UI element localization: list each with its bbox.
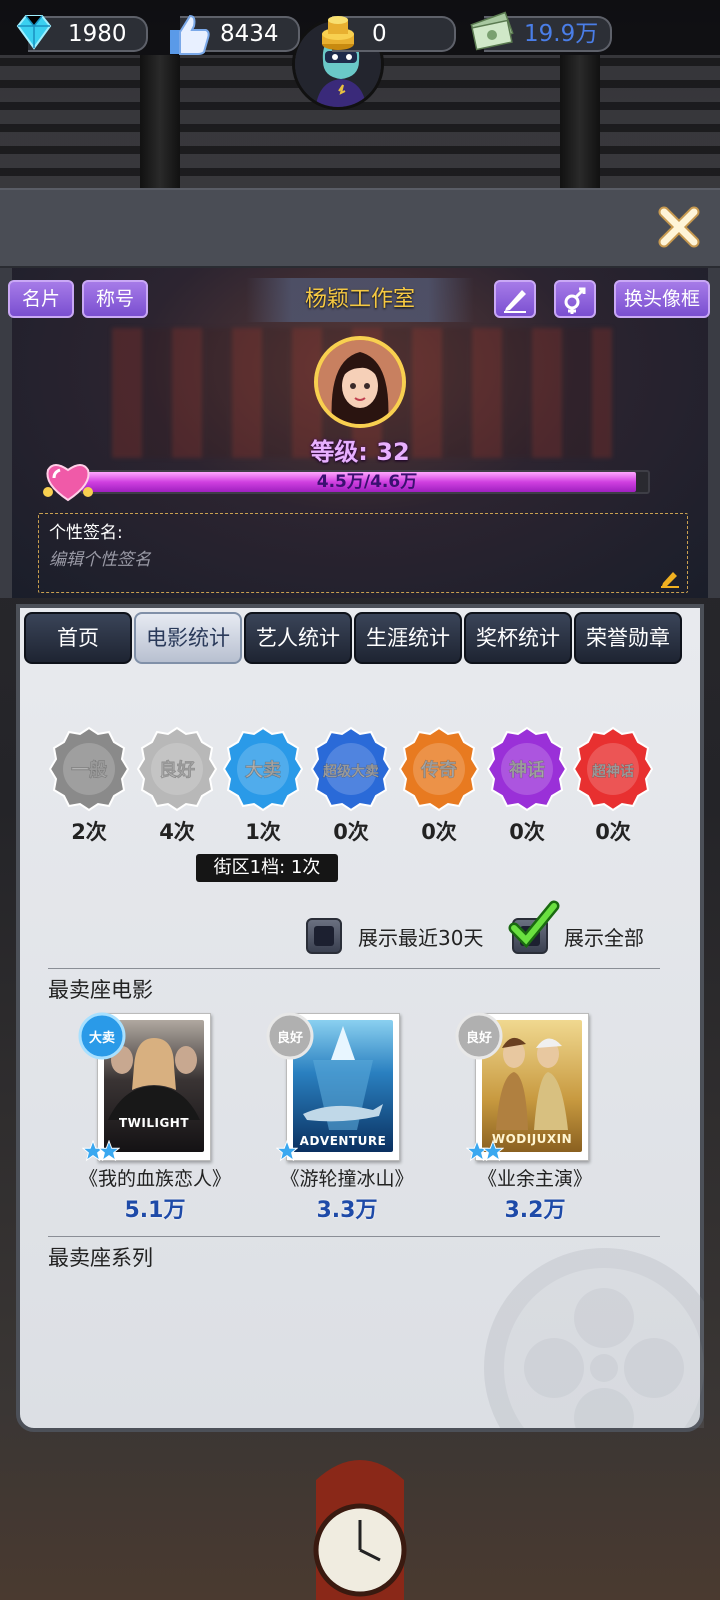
rating-badge-4: 传奇: [398, 724, 480, 814]
recent-30-days-label: 展示最近30天: [358, 926, 484, 950]
rating-badge-label: 神话: [509, 759, 545, 781]
divider: [48, 968, 660, 969]
gender-button[interactable]: [554, 280, 596, 318]
signature-input[interactable]: 编辑个性签名: [49, 545, 677, 570]
rating-badge-label: 良好: [159, 759, 195, 781]
best-movies-heading: 最卖座电影: [48, 978, 153, 1002]
best-series-heading: 最卖座系列: [48, 1246, 153, 1270]
rating-count: 4次: [159, 820, 195, 844]
movie-rating-label: 良好: [466, 1030, 492, 1046]
movie-rating-label: 良好: [277, 1030, 303, 1046]
rating-badge-label: 超神话: [591, 763, 634, 780]
gold-counter[interactable]: 0: [322, 16, 456, 52]
studio-name: 杨颖工作室: [246, 278, 474, 322]
heart-icon: [40, 458, 96, 504]
resource-bar: [0, 188, 720, 268]
cash-icon: [468, 10, 518, 58]
movie-name: 《我的血族恋人》: [78, 1168, 231, 1190]
poster-title: ADVENTURE: [299, 1134, 387, 1148]
rating-badge-5: 神话: [486, 724, 568, 814]
movie-rating-badge: 良好: [455, 1012, 503, 1060]
rating-badge-0: 一般: [48, 724, 130, 814]
poster-title: TWILIGHT: [118, 1116, 190, 1130]
gold-value: 0: [372, 21, 387, 47]
title-button[interactable]: 称号: [82, 280, 148, 318]
divider: [48, 1236, 660, 1237]
rating-badge-label: 超级大卖: [322, 763, 379, 780]
checkmark-icon: [508, 900, 560, 949]
rating-count: 0次: [421, 820, 457, 844]
diamond-counter[interactable]: 1980: [16, 15, 148, 52]
star-icon: [482, 1140, 504, 1162]
rating-count: 0次: [509, 820, 545, 844]
clock-icon: [313, 1460, 407, 1600]
card-button[interactable]: 名片: [8, 280, 74, 318]
show-all-label: 展示全部: [564, 926, 644, 950]
rating-badge-3: 超级大卖: [310, 724, 392, 814]
movie-box-office: 3.3万: [316, 1198, 378, 1223]
rating-count: 0次: [333, 820, 369, 844]
tab-movie-stats[interactable]: 电影统计: [134, 612, 242, 664]
rating-badge-2: 大卖: [222, 724, 304, 814]
cash-counter[interactable]: 19.9万: [470, 11, 612, 52]
edit-name-button[interactable]: [494, 280, 536, 318]
rating-badge-label: 大卖: [245, 759, 281, 781]
diamond-icon: [12, 10, 62, 58]
tab-honor-medals[interactable]: 荣誉勋章: [574, 612, 682, 664]
likes-counter[interactable]: 8434: [170, 14, 300, 55]
movie-box-office: 3.2万: [504, 1198, 566, 1223]
movie-name: 《业余主演》: [477, 1168, 592, 1190]
signature-label: 个性签名:: [49, 523, 123, 543]
recent-30-days-checkbox[interactable]: [306, 918, 342, 954]
rating-badge-label: 传奇: [420, 759, 457, 781]
likes-value: 8434: [220, 21, 279, 47]
star-icon: [98, 1140, 120, 1162]
diamond-value: 1980: [68, 21, 127, 47]
film-reel-watermark: [474, 1238, 704, 1428]
rating-badge-label: 一般: [71, 759, 107, 781]
change-frame-button[interactable]: 换头像框: [614, 280, 710, 318]
edit-signature-icon[interactable]: [659, 568, 681, 588]
signature-box[interactable]: 个性签名: 编辑个性签名: [38, 513, 688, 593]
tab-trophy-stats[interactable]: 奖杯统计: [464, 612, 572, 664]
movie-rating-badge: 良好: [266, 1012, 314, 1060]
star-icon: [276, 1140, 298, 1162]
rating-badge-6: 超神话: [572, 724, 654, 814]
player-level: 等级: 32: [310, 438, 410, 466]
player-portrait[interactable]: [314, 336, 406, 428]
gender-icon: [564, 287, 586, 314]
ceiling-beam: [560, 55, 600, 190]
thumbs-up-icon: [164, 10, 214, 58]
gold-coins-icon: [316, 10, 366, 58]
xp-text: 4.5万/4.6万: [316, 472, 418, 492]
rating-count: 0次: [595, 820, 631, 844]
pencil-icon: [504, 290, 526, 313]
rating-badge-1: 良好: [136, 724, 218, 814]
movie-name: 《游轮撞冰山》: [280, 1168, 414, 1190]
movie-rating-badge: 大卖: [78, 1012, 126, 1060]
close-icon: [658, 206, 700, 248]
close-button[interactable]: [656, 204, 702, 250]
movie-rating-label: 大卖: [89, 1030, 115, 1046]
movie-box-office: 5.1万: [124, 1198, 186, 1223]
rating-count: 1次: [245, 820, 281, 844]
ceiling-beam: [140, 55, 180, 190]
rating-count: 2次: [71, 820, 107, 844]
tab-career-stats[interactable]: 生涯统计: [354, 612, 462, 664]
cash-value: 19.9万: [524, 21, 599, 47]
tab-artist-stats[interactable]: 艺人统计: [244, 612, 352, 664]
tooltip: 街区1档: 1次: [196, 854, 338, 882]
show-all-checkbox[interactable]: [508, 900, 560, 954]
xp-bar: 4.5万/4.6万: [80, 470, 650, 494]
tab-home[interactable]: 首页: [24, 612, 132, 664]
